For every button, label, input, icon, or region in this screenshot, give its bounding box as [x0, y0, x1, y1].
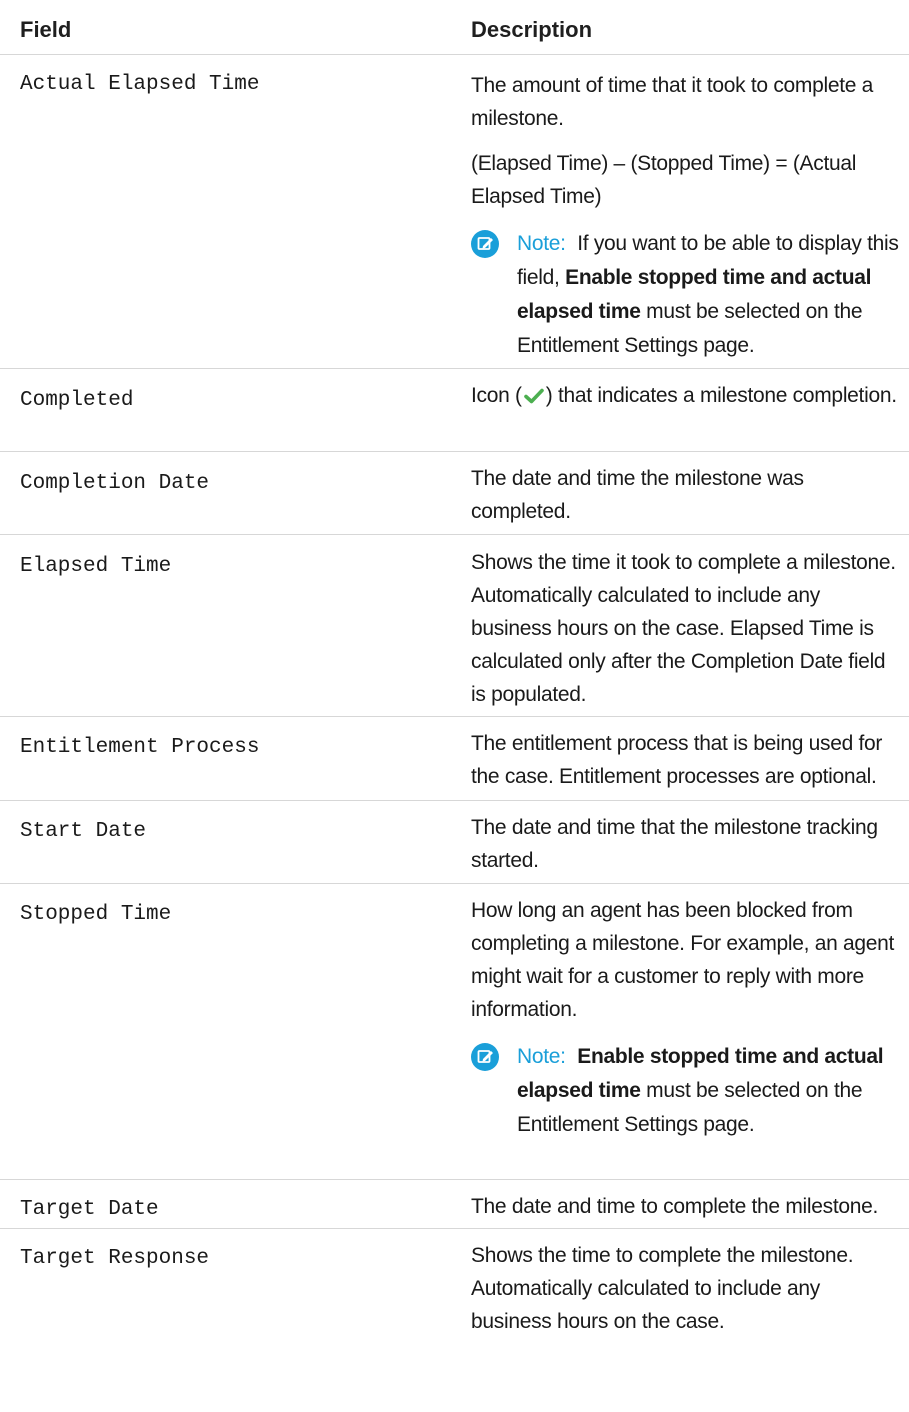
field-name: Start Date	[20, 820, 147, 843]
table-row: Entitlement Process The entitlement proc…	[0, 717, 909, 801]
field-description: Shows the time it took to complete a mil…	[471, 551, 896, 706]
note-label: Note:	[517, 232, 566, 255]
field-name: Entitlement Process	[20, 736, 260, 759]
description-text: Icon ( ) that indicates a milestone compl…	[471, 379, 903, 414]
description-text: How long an agent has been blocked from …	[471, 899, 895, 1021]
field-name: Completed	[20, 389, 134, 412]
description-text-before: Icon (	[471, 384, 522, 407]
field-description: The date and time that the milestone tra…	[471, 816, 878, 872]
header-field: Field	[20, 17, 72, 42]
field-name: Elapsed Time	[20, 555, 172, 578]
field-name: Target Response	[20, 1247, 210, 1270]
field-name: Target Date	[20, 1198, 159, 1221]
table-row: Start Date The date and time that the mi…	[0, 801, 909, 884]
table-row: Completion Date The date and time the mi…	[0, 452, 909, 535]
field-name: Stopped Time	[20, 903, 172, 926]
field-description: How long an agent has been blocked from …	[450, 884, 909, 1179]
table-row: Elapsed Time Shows the time it took to c…	[0, 535, 909, 717]
description-text-after: ) that indicates a milestone completion.	[545, 384, 897, 407]
field-description: Icon ( ) that indicates a milestone compl…	[450, 369, 909, 451]
note-body: Note: Enable stopped time and actual ela…	[507, 1040, 903, 1142]
note-label: Note:	[517, 1045, 566, 1068]
field-description: The date and time to complete the milest…	[471, 1195, 879, 1218]
note-pencil-icon	[471, 1043, 507, 1071]
field-description: Shows the time to complete the milestone…	[471, 1244, 854, 1333]
green-check-icon	[523, 381, 544, 414]
table-row: Completed Icon ( ) that indicates a miles…	[0, 369, 909, 452]
header-description: Description	[471, 17, 593, 42]
table-header: Field Description	[0, 0, 909, 55]
table-row: Target Response Shows the time to comple…	[0, 1229, 909, 1349]
field-description-table: Field Description Actual Elapsed Time Th…	[0, 0, 909, 1349]
table-row: Stopped Time How long an agent has been …	[0, 884, 909, 1180]
table-row: Actual Elapsed Time The amount of time t…	[0, 55, 909, 369]
description-formula: (Elapsed Time) – (Stopped Time) = (Actua…	[471, 152, 857, 208]
note-box: Note: If you want to be able to display …	[471, 227, 903, 363]
field-description: The date and time the milestone was comp…	[471, 467, 804, 523]
note-pencil-icon	[471, 230, 507, 258]
field-description: The entitlement process that is being us…	[471, 732, 883, 788]
table-row: Target Date The date and time to complet…	[0, 1180, 909, 1229]
field-name: Actual Elapsed Time	[20, 73, 260, 96]
field-description: The amount of time that it took to compl…	[450, 55, 909, 368]
field-name: Completion Date	[20, 472, 210, 495]
note-body: Note: If you want to be able to display …	[507, 227, 903, 363]
description-text: The amount of time that it took to compl…	[471, 74, 874, 130]
note-box: Note: Enable stopped time and actual ela…	[471, 1040, 903, 1142]
